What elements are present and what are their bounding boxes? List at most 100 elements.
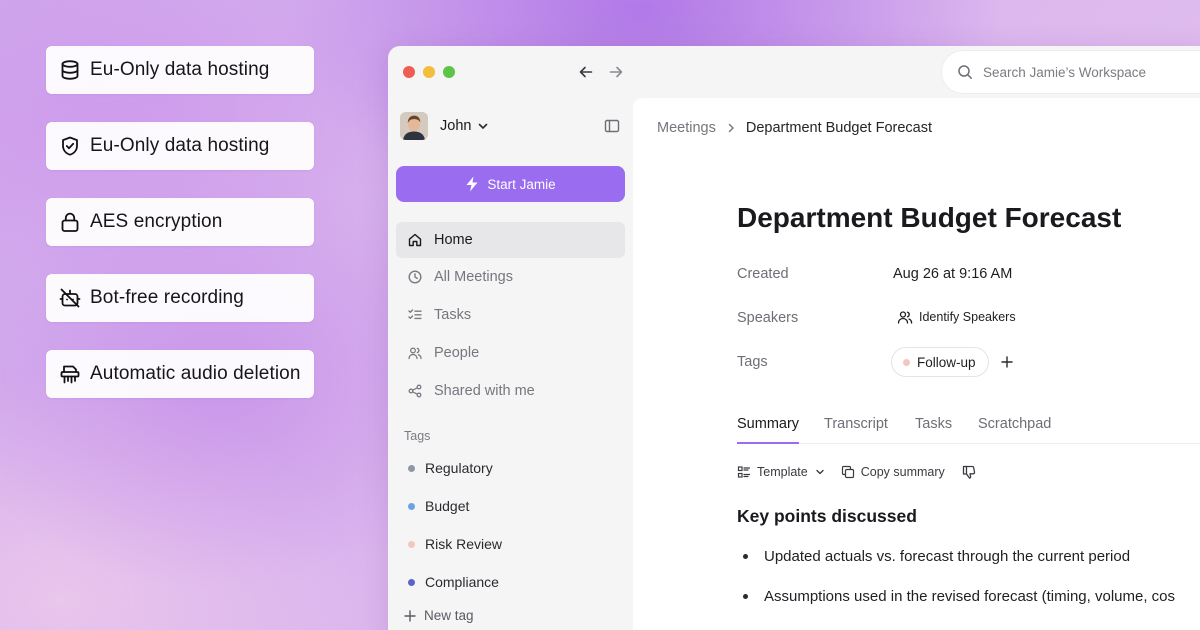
sidebar-item-people[interactable]: People — [396, 335, 625, 371]
add-tag-icon[interactable] — [999, 354, 1015, 370]
chevron-right-icon — [726, 123, 736, 133]
home-icon — [408, 233, 422, 247]
sidebar-tag-regulatory[interactable]: Regulatory — [408, 460, 493, 476]
checklist-icon — [408, 308, 422, 322]
sidebar-toggle-icon[interactable] — [604, 118, 620, 134]
avatar — [400, 112, 428, 140]
copy-icon — [841, 465, 855, 479]
sidebar-item-label: Home — [434, 232, 473, 248]
bot-off-icon — [59, 287, 81, 309]
database-icon — [59, 59, 81, 81]
copy-summary-label: Copy summary — [860, 465, 945, 479]
bullet-dot — [743, 554, 748, 559]
feature-list: Eu-Only data hosting Eu-Only data hostin… — [46, 46, 314, 426]
list-item: Assumptions used in the revised forecast… — [743, 588, 1175, 605]
user-name: John — [440, 118, 472, 134]
forward-arrow-icon[interactable] — [606, 62, 626, 82]
app-window: John Start Jamie — [388, 46, 1200, 630]
feature-eu-hosting: Eu-Only data hosting — [46, 46, 314, 94]
section-title: Key points discussed — [737, 506, 917, 526]
tags-label: Tags — [737, 354, 768, 370]
people-icon — [408, 346, 422, 360]
tag-color-dot — [408, 578, 415, 586]
bullet-dot — [743, 594, 748, 599]
tag-chip-label: Follow-up — [917, 354, 976, 370]
search-input[interactable] — [983, 64, 1200, 80]
feature-label: Eu-Only data hosting — [90, 135, 270, 156]
start-jamie-button[interactable]: Start Jamie — [396, 166, 625, 202]
maximize-window-button[interactable] — [443, 66, 455, 78]
start-jamie-label: Start Jamie — [487, 176, 556, 192]
user-menu[interactable]: John — [400, 112, 489, 140]
sidebar-item-tasks[interactable]: Tasks — [396, 297, 625, 333]
people-icon — [897, 309, 913, 325]
lock-icon — [59, 211, 81, 233]
summary-toolbar: Template Copy summary — [737, 464, 977, 480]
plus-icon — [404, 609, 416, 622]
sidebar-item-home[interactable]: Home — [396, 222, 625, 258]
tab-transcript[interactable]: Transcript — [824, 416, 888, 444]
tag-chip-follow-up[interactable]: Follow-up — [891, 347, 989, 377]
tag-color-dot — [408, 540, 415, 548]
template-dropdown[interactable]: Template — [737, 465, 825, 479]
feature-label: Eu-Only data hosting — [90, 59, 270, 80]
copy-summary-button[interactable]: Copy summary — [841, 465, 945, 479]
back-arrow-icon[interactable] — [576, 62, 596, 82]
title-bar — [388, 46, 1200, 98]
clock-icon — [408, 270, 422, 284]
created-label: Created — [737, 266, 789, 282]
chevron-down-icon — [477, 120, 489, 132]
shredder-icon — [59, 363, 81, 385]
sidebar: John Start Jamie Home All Meetings Tasks… — [388, 98, 633, 630]
tag-label: Risk Review — [425, 536, 503, 552]
sidebar-item-all-meetings[interactable]: All Meetings — [396, 259, 625, 295]
list-item-text: Updated actuals vs. forecast through the… — [764, 548, 1131, 565]
sidebar-item-label: Tasks — [434, 307, 472, 323]
chevron-down-icon — [815, 467, 825, 477]
new-tag-label: New tag — [424, 608, 474, 623]
share-icon — [408, 384, 422, 398]
list-item-text: Assumptions used in the revised forecast… — [764, 588, 1176, 605]
tag-label: Regulatory — [425, 460, 493, 476]
sidebar-item-label: People — [434, 345, 480, 361]
tags-heading: Tags — [404, 429, 431, 443]
sidebar-tag-budget[interactable]: Budget — [408, 498, 469, 514]
tag-color-dot — [408, 464, 415, 472]
breadcrumb-meetings-link[interactable]: Meetings — [657, 120, 716, 136]
list-item: Updated actuals vs. forecast through the… — [743, 548, 1130, 565]
meeting-detail: Meetings Department Budget Forecast Depa… — [633, 98, 1200, 630]
template-label: Template — [757, 465, 808, 479]
tag-label: Budget — [425, 498, 470, 514]
tag-color-dot — [903, 358, 910, 366]
tag-label: Compliance — [425, 574, 499, 590]
new-tag-button[interactable]: New tag — [404, 608, 474, 623]
sidebar-item-label: All Meetings — [434, 269, 513, 285]
meeting-tabs: Summary Transcript Tasks Scratchpad — [737, 414, 1200, 444]
speakers-label: Speakers — [737, 310, 799, 326]
feature-label: Bot-free recording — [90, 287, 244, 308]
breadcrumb: Meetings Department Budget Forecast — [657, 120, 932, 136]
tab-tasks[interactable]: Tasks — [915, 416, 952, 444]
minimize-window-button[interactable] — [423, 66, 435, 78]
feature-eu-hosting-shield: Eu-Only data hosting — [46, 122, 314, 170]
identify-speakers-label: Identify Speakers — [919, 310, 1016, 324]
tag-color-dot — [408, 502, 415, 510]
feature-aes: AES encryption — [46, 198, 314, 246]
sidebar-item-shared[interactable]: Shared with me — [396, 373, 625, 409]
tab-summary[interactable]: Summary — [737, 416, 800, 444]
search-icon — [957, 64, 973, 80]
workspace-search[interactable] — [942, 51, 1200, 93]
template-icon — [737, 465, 751, 479]
page-title: Department Budget Forecast — [737, 202, 1122, 233]
feature-label: AES encryption — [90, 211, 223, 232]
close-window-button[interactable] — [403, 66, 415, 78]
breadcrumb-current: Department Budget Forecast — [745, 120, 933, 136]
thumbs-down-icon[interactable] — [961, 464, 977, 480]
sidebar-tag-risk-review[interactable]: Risk Review — [408, 536, 502, 552]
tab-scratchpad[interactable]: Scratchpad — [978, 416, 1051, 444]
identify-speakers-button[interactable]: Identify Speakers — [897, 309, 1016, 325]
sidebar-item-label: Shared with me — [434, 383, 535, 399]
lightning-icon — [465, 176, 479, 192]
sidebar-tag-compliance[interactable]: Compliance — [408, 574, 499, 590]
created-value: Aug 26 at 9:16 AM — [893, 266, 1013, 282]
